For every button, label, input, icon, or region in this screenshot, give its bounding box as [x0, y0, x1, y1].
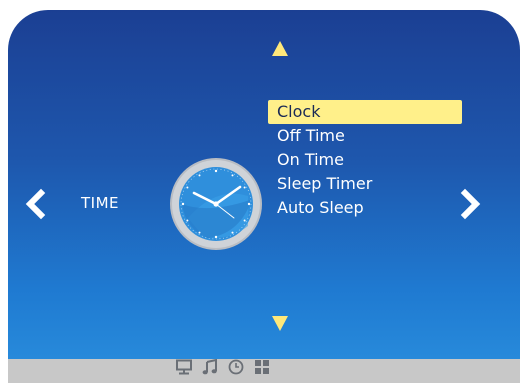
up-arrow-icon[interactable]: [272, 41, 288, 56]
chevron-left-icon[interactable]: [22, 188, 50, 220]
section-title: TIME: [81, 194, 120, 212]
clock-icon: [170, 158, 262, 250]
menu-item-auto-sleep[interactable]: Auto Sleep: [268, 196, 462, 220]
sound-icon[interactable]: [201, 358, 219, 376]
menu-item-clock[interactable]: Clock: [268, 100, 462, 124]
picture-icon[interactable]: [175, 358, 193, 376]
menu-item-on-time[interactable]: On Time: [268, 148, 462, 172]
menu-item-sleep-timer[interactable]: Sleep Timer: [268, 172, 462, 196]
menu-category-dock: [175, 357, 271, 377]
time-icon[interactable]: [227, 358, 245, 376]
setup-icon[interactable]: [253, 358, 271, 376]
down-arrow-icon[interactable]: [272, 316, 288, 331]
time-menu-list: Clock Off Time On Time Sleep Timer Auto …: [268, 100, 462, 220]
menu-item-off-time[interactable]: Off Time: [268, 124, 462, 148]
